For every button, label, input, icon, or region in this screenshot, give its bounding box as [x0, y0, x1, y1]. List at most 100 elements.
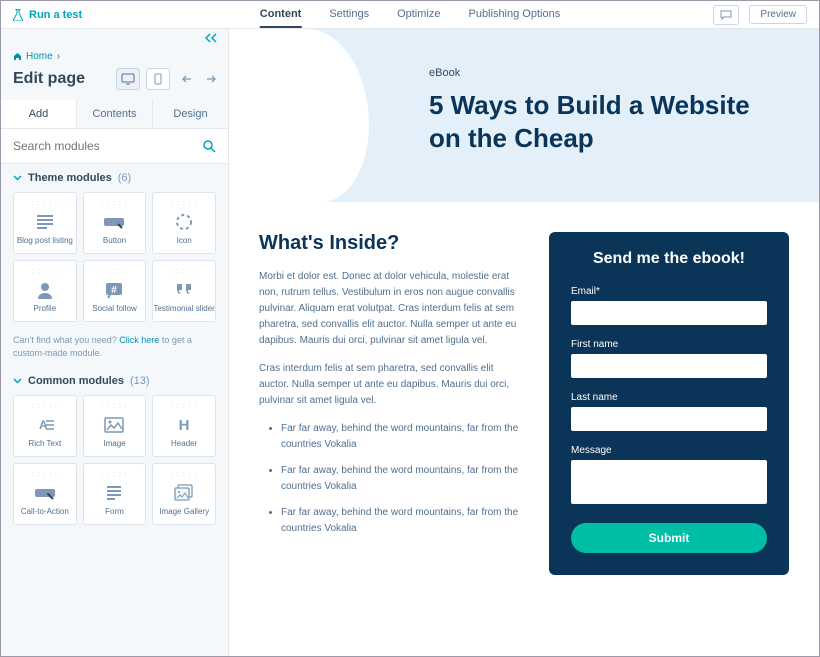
common-modules-count: (13) [130, 375, 150, 387]
tab-settings[interactable]: Settings [329, 1, 369, 28]
header-icon: H [176, 414, 192, 436]
module-card-list[interactable]: : : : : :Blog post listing [13, 192, 77, 254]
spinner-icon [175, 211, 193, 233]
module-label: Testimonial slider [153, 305, 214, 314]
chevron-right-icon: › [57, 51, 60, 62]
list-item: Far far away, behind the word mountains,… [281, 463, 525, 495]
form-title: Send me the ebook! [571, 250, 767, 268]
list-icon [35, 211, 55, 233]
module-label: Social follow [92, 305, 136, 314]
module-card-profile[interactable]: : : : : :Profile [13, 260, 77, 322]
message-label: Message [571, 445, 767, 456]
first-name-field[interactable] [571, 354, 767, 378]
preview-button[interactable]: Preview [749, 5, 807, 24]
module-card-quote[interactable]: : : : : : Testimonial slider [152, 260, 216, 322]
article-body: What's Inside? Morbi et dolor est. Donec… [259, 232, 525, 547]
run-a-test-label: Run a test [29, 9, 82, 21]
section-heading: What's Inside? [259, 232, 525, 255]
breadcrumb[interactable]: Home › [1, 47, 228, 64]
module-label: Button [103, 237, 126, 246]
form-icon [105, 482, 123, 504]
module-card-gallery[interactable]: : : : : : Image Gallery [152, 463, 216, 525]
desktop-view-button[interactable] [116, 68, 140, 90]
module-label: Call-to-Action [21, 508, 69, 517]
module-card-hash[interactable]: : : : : : # Social follow [83, 260, 147, 322]
undo-button[interactable] [182, 73, 196, 85]
collapse-sidebar-icon[interactable] [204, 33, 218, 43]
module-label: Header [171, 440, 197, 449]
module-label: Blog post listing [17, 237, 73, 246]
home-icon [13, 52, 22, 61]
page-title: Edit page [13, 70, 85, 88]
email-field[interactable] [571, 301, 767, 325]
drag-grip-icon: : : : : : [101, 268, 128, 275]
redo-button[interactable] [202, 73, 216, 85]
module-card-header[interactable]: : : : : : H Header [152, 395, 216, 457]
page-canvas[interactable]: eBook 5 Ways to Build a Website on the C… [229, 29, 819, 656]
theme-modules-count: (6) [118, 172, 131, 184]
comment-button[interactable] [713, 5, 739, 25]
hero-eyebrow: eBook [429, 67, 779, 79]
drag-grip-icon: : : : : : [171, 268, 198, 275]
chevron-down-icon [13, 175, 22, 181]
first-name-label: First name [571, 339, 767, 350]
tab-content[interactable]: Content [260, 1, 302, 28]
list-item: Far far away, behind the word mountains,… [281, 421, 525, 453]
module-card-cta[interactable]: : : : : : Call-to-Action [13, 463, 77, 525]
email-label: Email* [571, 286, 767, 297]
gallery-icon [174, 482, 194, 504]
cta-icon [34, 482, 56, 504]
module-card-button[interactable]: : : : : : Button [83, 192, 147, 254]
submit-button[interactable]: Submit [571, 523, 767, 553]
drag-grip-icon: : : : : : [101, 403, 128, 410]
top-nav: Content Settings Optimize Publishing Opt… [260, 1, 560, 28]
module-card-spinner[interactable]: : : : : : Icon [152, 192, 216, 254]
button-icon [103, 211, 125, 233]
module-label: Image Gallery [159, 508, 209, 517]
message-field[interactable] [571, 460, 767, 504]
module-card-form[interactable]: : : : : :Form [83, 463, 147, 525]
module-label: Icon [177, 237, 192, 246]
hero-title: 5 Ways to Build a Website on the Cheap [429, 89, 769, 154]
module-card-richtext[interactable]: : : : : :ARich Text [13, 395, 77, 457]
tab-design[interactable]: Design [153, 100, 228, 128]
richtext-icon: A [35, 414, 55, 436]
desktop-icon [121, 73, 135, 85]
module-card-image[interactable]: : : : : : Image [83, 395, 147, 457]
custom-module-link[interactable]: Click here [119, 335, 159, 345]
comment-icon [720, 10, 732, 20]
last-name-label: Last name [571, 392, 767, 403]
theme-modules-label: Theme modules [28, 172, 112, 184]
common-modules-toggle[interactable]: Common modules (13) [1, 367, 228, 395]
run-a-test-link[interactable]: Run a test [13, 9, 82, 21]
drag-grip-icon: : : : : : [101, 200, 128, 207]
last-name-field[interactable] [571, 407, 767, 431]
mobile-view-button[interactable] [146, 68, 170, 90]
search-input[interactable] [13, 139, 203, 153]
module-label: Image [103, 440, 125, 449]
tab-add[interactable]: Add [1, 100, 77, 128]
drag-grip-icon: : : : : : [171, 403, 198, 410]
top-bar: Run a test Content Settings Optimize Pub… [1, 1, 819, 29]
tab-publishing-options[interactable]: Publishing Options [468, 1, 560, 28]
hero-section: eBook 5 Ways to Build a Website on the C… [229, 29, 819, 202]
flask-icon [13, 9, 23, 21]
drag-grip-icon: : : : : : [101, 471, 128, 478]
list-item: Far far away, behind the word mountains,… [281, 505, 525, 537]
drag-grip-icon: : : : : : [32, 471, 59, 478]
drag-grip-icon: : : : : : [171, 200, 198, 207]
drag-grip-icon: : : : : : [171, 471, 198, 478]
module-label: Profile [33, 305, 56, 314]
svg-text:H: H [179, 417, 190, 433]
profile-icon [36, 279, 54, 301]
search-icon[interactable] [203, 140, 216, 153]
theme-modules-toggle[interactable]: Theme modules (6) [1, 164, 228, 192]
custom-module-hint: Can't find what you need? Click here to … [1, 330, 228, 367]
hash-icon: # [104, 279, 124, 301]
tab-contents[interactable]: Contents [77, 100, 153, 128]
image-icon [104, 414, 124, 436]
quote-icon [174, 279, 194, 301]
breadcrumb-home: Home [26, 51, 53, 62]
tab-optimize[interactable]: Optimize [397, 1, 440, 28]
svg-text:#: # [112, 285, 118, 296]
